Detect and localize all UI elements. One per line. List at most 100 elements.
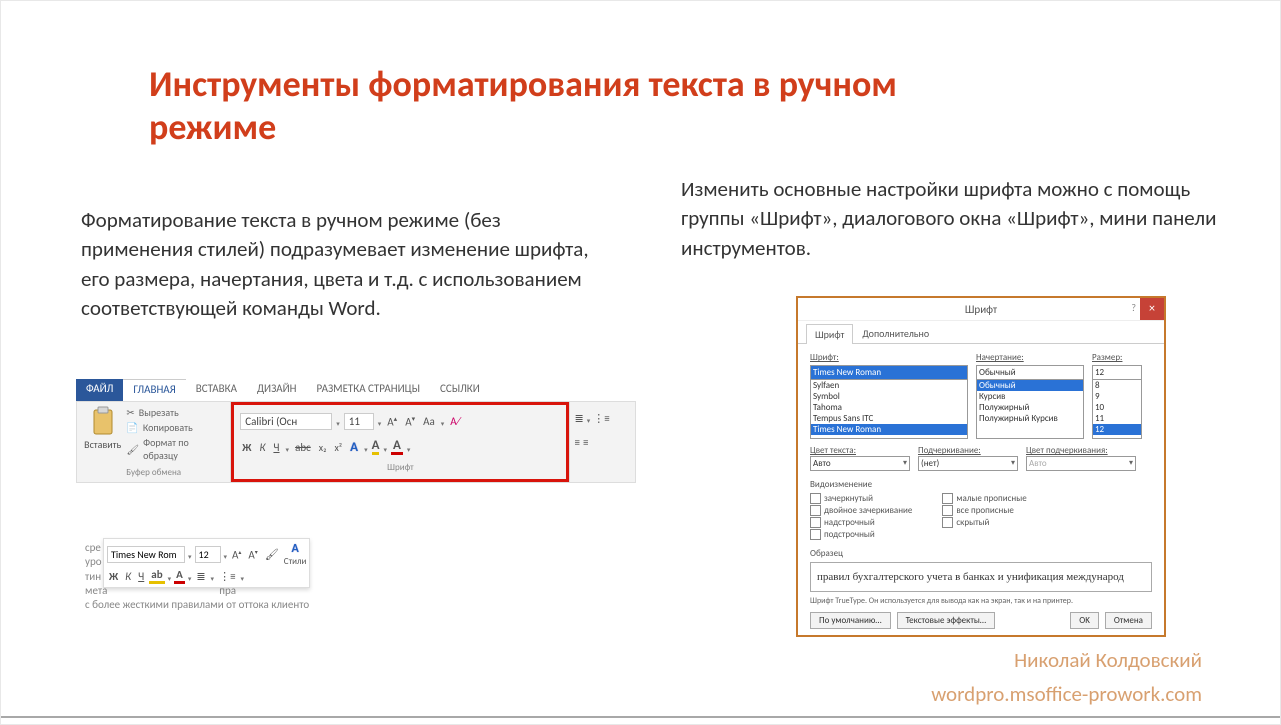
ok-button[interactable]: OK <box>1070 612 1099 629</box>
list-item[interactable]: Sylfaen <box>811 380 967 391</box>
chevron-down-icon[interactable]: ▾ <box>188 574 192 583</box>
checkbox-allcaps[interactable] <box>942 505 953 516</box>
chevron-down-icon[interactable]: ▾ <box>188 552 192 561</box>
chevron-down-icon[interactable]: ▾ <box>286 445 290 454</box>
cancel-button[interactable]: Отмена <box>1105 612 1152 629</box>
default-button[interactable]: По умолчанию… <box>810 612 891 629</box>
mt-grow-font[interactable]: A▴ <box>230 548 243 562</box>
font-name-list[interactable]: Sylfaen Symbol Tahoma Tempus Sans ITC Ti… <box>810 379 968 439</box>
tab-design[interactable]: ДИЗАЙН <box>247 379 307 401</box>
label-underline-color: Цвет подчеркивания: <box>1026 445 1136 456</box>
chevron-down-icon[interactable]: ▾ <box>407 445 411 454</box>
checkbox-superscript[interactable] <box>810 517 821 528</box>
list-item[interactable]: 12 <box>1093 424 1141 435</box>
mt-format-painter[interactable]: 🖌 <box>263 548 281 561</box>
underline-button[interactable]: Ч <box>271 441 281 454</box>
chevron-down-icon[interactable]: ▾ <box>364 445 368 454</box>
footer-url: wordpro.msoffice-prowork.com <box>931 681 1202 707</box>
list-item[interactable]: 9 <box>1093 391 1141 402</box>
font-color-combo[interactable]: Авто <box>810 456 910 471</box>
chevron-down-icon[interactable]: ▾ <box>224 552 228 561</box>
mt-highlight-button[interactable]: ab <box>149 569 164 584</box>
mt-font-name[interactable]: Times New Rom <box>107 546 185 563</box>
mt-bold-button[interactable]: Ж <box>107 570 120 583</box>
tab-font[interactable]: Шрифт <box>806 324 853 344</box>
mt-shrink-font[interactable]: A▾ <box>246 548 259 562</box>
paste-button[interactable]: Вставить <box>83 406 122 462</box>
clipboard-group: Вставить ✂Вырезать 📄Копировать 🖌Формат п… <box>77 402 231 482</box>
list-item[interactable]: Курсив <box>977 391 1083 402</box>
chevron-down-icon[interactable]: ▾ <box>378 419 382 428</box>
tab-layout[interactable]: РАЗМЕТКА СТРАНИЦЫ <box>307 379 431 401</box>
text-effects-button[interactable]: Текстовые эффекты… <box>897 612 995 629</box>
mt-underline-button[interactable]: Ч <box>136 570 146 583</box>
mt-styles-button[interactable]: A Стили <box>284 542 307 567</box>
list-item[interactable]: Полужирный Курсив <box>977 413 1083 424</box>
italic-button[interactable]: К <box>257 441 267 454</box>
tab-file[interactable]: ФАЙЛ <box>76 379 123 401</box>
mt-bullets-button[interactable]: ≣ <box>194 570 207 583</box>
list-item[interactable]: Полужирный <box>977 402 1083 413</box>
chevron-down-icon[interactable]: ▾ <box>336 419 340 428</box>
list-item[interactable]: Tahoma <box>811 402 967 413</box>
subscript-button[interactable]: x₂ <box>317 441 329 454</box>
font-size-input[interactable]: 11 <box>344 413 374 430</box>
mt-font-size[interactable]: 12 <box>195 546 221 563</box>
list-item[interactable]: 10 <box>1093 402 1141 413</box>
checkbox-hidden[interactable] <box>942 517 953 528</box>
font-size-list[interactable]: 8 9 10 11 12 <box>1092 379 1142 439</box>
list-item[interactable]: Обычный <box>977 380 1083 391</box>
cut-button[interactable]: ✂Вырезать <box>126 406 224 419</box>
bold-button[interactable]: Ж <box>240 441 253 454</box>
checkbox-strike[interactable] <box>810 493 821 504</box>
align-center-icon[interactable]: ≡ <box>583 436 588 449</box>
mt-font-color-button[interactable]: A <box>174 569 185 584</box>
label-font: Шрифт: <box>810 352 968 363</box>
help-icon[interactable]: ? <box>1131 301 1136 314</box>
numbering-icon[interactable]: ⋮≡ <box>593 412 609 425</box>
font-size-field[interactable]: 12 <box>1092 365 1142 380</box>
strikethrough-button[interactable]: abc <box>293 441 313 454</box>
grow-font-button[interactable]: A▴ <box>385 414 399 429</box>
font-style-field[interactable]: Обычный <box>976 365 1084 380</box>
tab-home[interactable]: ГЛАВНАЯ <box>123 379 185 401</box>
list-item[interactable]: 11 <box>1093 413 1141 424</box>
body-text-left: Форматирование текста в ручном режиме (б… <box>81 206 601 324</box>
shrink-font-button[interactable]: A▾ <box>403 414 417 429</box>
font-dialog: Шрифт ? × Шрифт Дополнительно Шрифт: Tim… <box>796 296 1166 637</box>
superscript-button[interactable]: x² <box>332 441 344 454</box>
list-item[interactable]: Symbol <box>811 391 967 402</box>
text-effects-button[interactable]: A <box>348 440 360 455</box>
font-name-input[interactable]: Calibri (Осн <box>240 413 332 430</box>
mt-numbering-button[interactable]: ⋮≡ <box>217 570 237 583</box>
highlight-button[interactable]: A <box>372 440 380 455</box>
underline-color-combo[interactable]: Авто <box>1026 456 1136 471</box>
label-size: Размер: <box>1092 352 1142 363</box>
checkbox-dstrike[interactable] <box>810 505 821 516</box>
change-case-button[interactable]: Aa <box>421 415 437 428</box>
list-item[interactable]: 8 <box>1093 380 1141 391</box>
list-item[interactable]: Tempus Sans ITC <box>811 413 967 424</box>
body-blurb5: с более жесткими правилами от оттока кли… <box>85 598 405 612</box>
checkbox-subscript[interactable] <box>810 529 821 540</box>
chevron-down-icon[interactable]: ▾ <box>168 574 172 583</box>
font-style-list[interactable]: Обычный Курсив Полужирный Полужирный Кур… <box>976 379 1084 439</box>
chevron-down-icon[interactable]: ▾ <box>441 419 445 428</box>
underline-combo[interactable]: (нет) <box>918 456 1018 471</box>
close-icon[interactable]: × <box>1140 298 1164 320</box>
clear-formatting-button[interactable]: A⁄ <box>448 415 462 428</box>
format-painter-button[interactable]: 🖌Формат по образцу <box>126 436 224 462</box>
font-color-button[interactable]: A <box>391 440 403 455</box>
tab-advanced[interactable]: Дополнительно <box>853 323 938 343</box>
align-left-icon[interactable]: ≡ <box>574 436 579 449</box>
chevron-down-icon[interactable]: ▾ <box>383 445 387 454</box>
list-item[interactable]: Times New Roman <box>811 424 967 435</box>
checkbox-smallcaps[interactable] <box>942 493 953 504</box>
effects-heading: Видоизменение <box>810 479 1152 490</box>
tab-refs[interactable]: ССЫЛКИ <box>430 379 490 401</box>
bullets-icon[interactable]: ≣ <box>574 412 583 425</box>
tab-insert[interactable]: ВСТАВКА <box>186 379 247 401</box>
mt-italic-button[interactable]: К <box>123 570 133 583</box>
copy-button[interactable]: 📄Копировать <box>126 421 224 434</box>
font-name-field[interactable]: Times New Roman <box>810 365 968 380</box>
